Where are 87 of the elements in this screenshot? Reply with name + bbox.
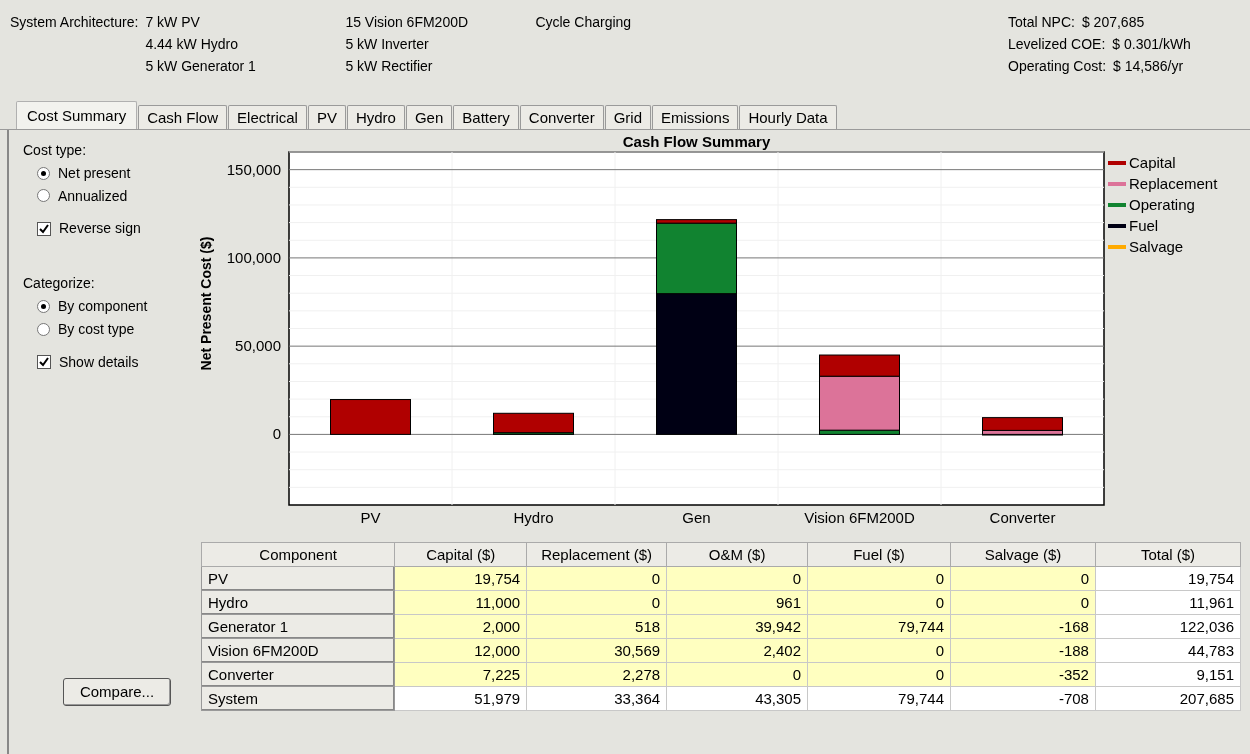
table-cell: 0 xyxy=(807,590,951,615)
table-cell: 2,402 xyxy=(666,638,808,663)
table-cell: 961 xyxy=(666,590,808,615)
y-tick-label: 0 xyxy=(272,425,281,443)
architecture-label: System Architecture: xyxy=(10,14,139,32)
table-cell: 0 xyxy=(807,662,951,687)
table-cell: 0 xyxy=(526,590,667,615)
column-header: Replacement ($) xyxy=(526,542,667,567)
table-cell: 2,000 xyxy=(394,614,527,639)
table-cell: 12,000 xyxy=(394,638,527,663)
metric-label: Operating Cost: xyxy=(1008,57,1107,75)
table-cell: 11,000 xyxy=(394,590,527,615)
table-cell: 0 xyxy=(807,638,951,663)
table-cell: 44,783 xyxy=(1095,638,1241,663)
x-tick-label: Converter xyxy=(989,509,1056,526)
table-cell: 79,744 xyxy=(807,686,951,711)
x-tick-label: Hydro xyxy=(513,509,554,526)
chart-title: Cash Flow Summary xyxy=(622,133,771,150)
metric-value: $ 0.301/kWh xyxy=(1112,35,1191,53)
table-cell: -352 xyxy=(950,662,1096,687)
column-header: Capital ($) xyxy=(394,542,527,567)
architecture-item: 5 kW Generator 1 xyxy=(145,57,257,75)
table-cell: 43,305 xyxy=(666,686,808,711)
metric-value: $ 14,586/yr xyxy=(1113,57,1184,75)
table-cell: 19,754 xyxy=(394,566,527,591)
column-header: Salvage ($) xyxy=(950,542,1096,567)
legend-label: Replacement xyxy=(1129,175,1218,192)
y-axis-title: Net Present Cost ($) xyxy=(198,236,214,371)
table-cell: 7,225 xyxy=(394,662,527,687)
metric-value: $ 207,685 xyxy=(1081,14,1145,31)
row-header: Hydro xyxy=(201,590,395,615)
table-cell: 0 xyxy=(950,590,1096,615)
option-label: Reverse sign xyxy=(59,220,141,238)
legend-label: Operating xyxy=(1129,196,1195,213)
architecture-item: 15 Vision 6FM200D xyxy=(345,14,470,31)
option-label: Show details xyxy=(59,353,139,371)
table-cell: 0 xyxy=(807,566,951,591)
row-header: PV xyxy=(201,566,395,591)
row-header: Converter xyxy=(201,662,395,687)
table-cell: 9,151 xyxy=(1095,662,1241,687)
row-header: Generator 1 xyxy=(201,614,395,639)
table-cell: 30,569 xyxy=(526,638,667,663)
x-tick-label: Vision 6FM200D xyxy=(804,509,915,526)
option-label: By cost type xyxy=(58,320,135,338)
architecture-item: 4.44 kW Hydro xyxy=(145,35,239,53)
architecture-item: 5 kW Inverter xyxy=(345,35,430,53)
row-header: System xyxy=(201,686,395,711)
option-heading: Cost type: xyxy=(23,142,88,159)
table-cell: 122,036 xyxy=(1095,614,1241,639)
option-label: By component xyxy=(58,298,148,315)
legend-label: Salvage xyxy=(1129,238,1184,255)
option-label: Annualized xyxy=(58,187,128,205)
y-tick-label: 50,000 xyxy=(235,337,281,355)
table-cell: -188 xyxy=(950,638,1096,663)
table-cell: 207,685 xyxy=(1095,686,1241,711)
table-cell: 51,979 xyxy=(394,686,527,711)
row-header: Vision 6FM200D xyxy=(201,638,395,663)
table-cell: 33,364 xyxy=(526,686,667,711)
legend-label: Fuel xyxy=(1129,217,1159,234)
column-header: Fuel ($) xyxy=(807,542,951,567)
architecture-item: Cycle Charging xyxy=(535,14,633,31)
y-tick-label: 150,000 xyxy=(226,160,281,178)
architecture-item: 7 kW PV xyxy=(145,14,201,31)
y-tick-label: 100,000 xyxy=(226,248,281,266)
metric-label: Total NPC: xyxy=(1008,14,1075,31)
x-tick-label: Gen xyxy=(682,509,711,526)
architecture-item: 5 kW Rectifier xyxy=(345,57,434,75)
table-cell: 0 xyxy=(666,662,808,687)
table-cell: 11,961 xyxy=(1095,590,1241,615)
metric-label: Levelized COE: xyxy=(1008,35,1106,53)
table-cell: 0 xyxy=(526,566,667,591)
column-header: O&M ($) xyxy=(666,542,808,567)
table-cell: -708 xyxy=(950,686,1096,711)
x-tick-label: PV xyxy=(360,509,381,526)
table-cell: 2,278 xyxy=(526,662,667,687)
table-cell: -168 xyxy=(950,614,1096,639)
table-cell: 39,942 xyxy=(666,614,808,639)
table-cell: 19,754 xyxy=(1095,566,1241,591)
option-label: Net present xyxy=(58,164,131,182)
table-cell: 79,744 xyxy=(807,614,951,639)
table-cell: 0 xyxy=(950,566,1096,591)
column-header: Total ($) xyxy=(1095,542,1241,567)
legend-label: Capital xyxy=(1129,154,1176,171)
column-header: Component xyxy=(201,542,395,567)
option-heading: Categorize: xyxy=(23,275,96,292)
table-cell: 0 xyxy=(666,566,808,591)
table-cell: 518 xyxy=(526,614,667,639)
